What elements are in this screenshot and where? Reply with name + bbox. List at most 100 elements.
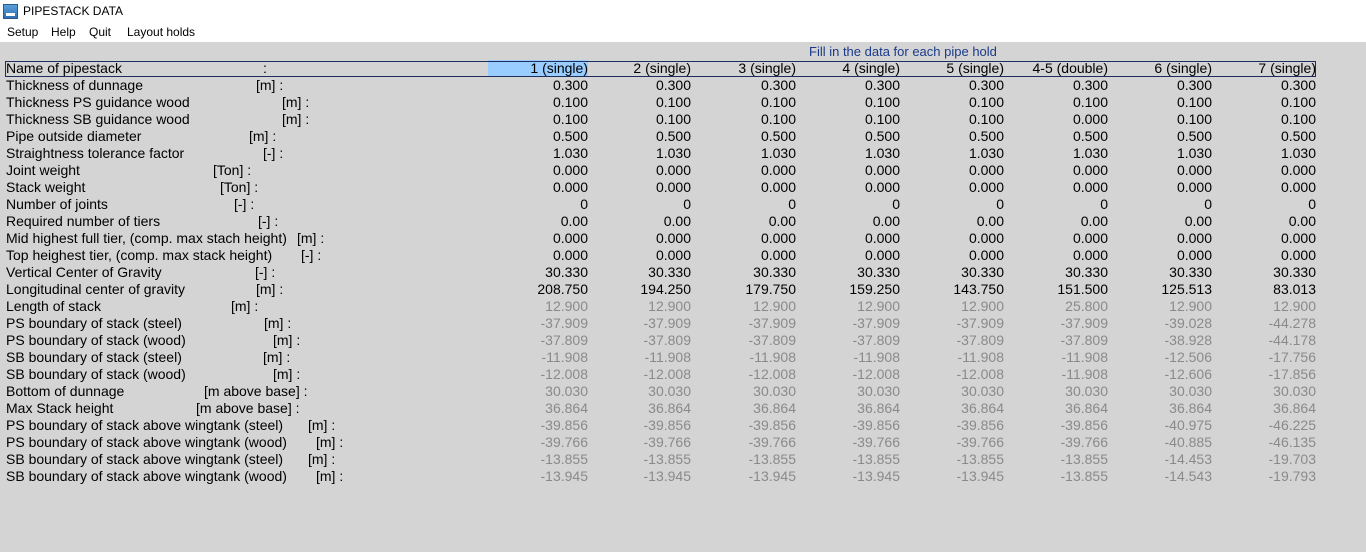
table-cell[interactable]: -19.703 [1216,451,1316,468]
table-cell[interactable]: 30.330 [696,264,796,281]
table-cell[interactable]: 0.000 [1112,162,1212,179]
table-cell[interactable]: 0.000 [1008,230,1108,247]
table-cell[interactable]: -11.908 [488,349,588,366]
table-cell[interactable]: 0.100 [591,94,691,111]
column-header-cell[interactable]: 6 (single) [1112,60,1212,77]
table-cell[interactable]: -44.278 [1216,315,1316,332]
table-cell[interactable]: -13.855 [488,451,588,468]
table-cell[interactable]: -11.908 [591,349,691,366]
column-header-cell[interactable]: 4-5 (double) [1008,60,1109,77]
table-cell[interactable]: 0.000 [488,247,588,264]
table-cell[interactable]: 12.900 [591,298,691,315]
table-cell[interactable]: 0.000 [800,230,900,247]
table-cell[interactable]: -39.856 [591,417,691,434]
table-cell[interactable]: 36.864 [591,400,691,417]
table-cell[interactable]: -46.135 [1216,434,1316,451]
table-cell[interactable]: 30.330 [591,264,691,281]
table-cell[interactable]: -44.178 [1216,332,1316,349]
table-cell[interactable]: 0.000 [800,162,900,179]
table-cell[interactable]: 1.030 [904,145,1004,162]
table-cell[interactable]: 0.000 [1008,179,1108,196]
table-cell[interactable]: 143.750 [904,281,1004,298]
column-header-cell[interactable]: 7 (single) [1216,60,1316,77]
table-cell[interactable]: -14.543 [1112,468,1212,485]
table-cell[interactable]: -46.225 [1216,417,1316,434]
table-cell[interactable]: -13.945 [800,468,900,485]
table-cell[interactable]: -13.855 [904,451,1004,468]
table-cell[interactable]: 0.100 [591,111,691,128]
table-cell[interactable]: 0.000 [1216,230,1316,247]
table-cell[interactable]: -11.908 [1008,349,1108,366]
table-cell[interactable]: 0.000 [488,162,588,179]
table-cell[interactable]: 194.250 [591,281,691,298]
table-cell[interactable]: -37.909 [800,315,900,332]
table-cell[interactable]: 1.030 [1008,145,1108,162]
table-cell[interactable]: 0.100 [488,94,588,111]
table-cell[interactable]: 0.00 [1112,213,1212,230]
table-cell[interactable]: 0.300 [1112,77,1212,94]
menu-layout-holds[interactable]: Layout holds [127,25,195,39]
table-cell[interactable]: 0.000 [904,162,1004,179]
table-cell[interactable]: -13.855 [591,451,691,468]
table-cell[interactable]: 30.030 [488,383,588,400]
table-cell[interactable]: 0.000 [904,179,1004,196]
table-cell[interactable]: 36.864 [904,400,1004,417]
table-cell[interactable]: 0.100 [1216,94,1316,111]
table-cell[interactable]: -12.008 [488,366,588,383]
table-cell[interactable]: -37.909 [1008,315,1108,332]
table-cell[interactable]: 0 [488,196,588,213]
table-cell[interactable]: 0.000 [591,230,691,247]
table-cell[interactable]: -39.856 [904,417,1004,434]
table-cell[interactable]: -13.945 [904,468,1004,485]
table-cell[interactable]: 0.000 [1112,179,1212,196]
table-cell[interactable]: 0.300 [800,77,900,94]
table-cell[interactable]: 0.000 [488,230,588,247]
table-cell[interactable]: -39.856 [800,417,900,434]
table-cell[interactable]: 1.030 [1112,145,1212,162]
column-header-cell[interactable]: 2 (single) [591,60,691,77]
column-header-cell[interactable]: 4 (single) [800,60,900,77]
table-cell[interactable]: 0 [1216,196,1316,213]
menu-setup[interactable]: Setup [7,25,38,39]
table-cell[interactable]: -14.453 [1112,451,1212,468]
table-cell[interactable]: 0.300 [1008,77,1108,94]
table-cell[interactable]: 0.300 [904,77,1004,94]
table-cell[interactable]: 1.030 [488,145,588,162]
table-cell[interactable]: 0.500 [488,128,588,145]
column-header-cell[interactable]: 1 (single) [488,60,588,77]
table-cell[interactable]: 0.000 [591,162,691,179]
table-cell[interactable]: 0.100 [696,94,796,111]
table-cell[interactable]: 0.500 [696,128,796,145]
table-cell[interactable]: 30.030 [904,383,1004,400]
table-cell[interactable]: -37.809 [591,332,691,349]
table-cell[interactable]: 1.030 [591,145,691,162]
table-cell[interactable]: 36.864 [1008,400,1108,417]
table-cell[interactable]: 0.100 [1112,111,1212,128]
table-cell[interactable]: 0.000 [904,230,1004,247]
table-cell[interactable]: 0.300 [1216,77,1316,94]
table-cell[interactable]: -13.855 [1008,451,1108,468]
table-cell[interactable]: 0.100 [696,111,796,128]
table-cell[interactable]: 30.330 [488,264,588,281]
table-cell[interactable]: -17.756 [1216,349,1316,366]
table-cell[interactable]: -39.766 [591,434,691,451]
table-cell[interactable]: -37.809 [904,332,1004,349]
table-cell[interactable]: 0.000 [1216,179,1316,196]
table-cell[interactable]: 0.100 [800,111,900,128]
table-cell[interactable]: 83.013 [1216,281,1316,298]
menu-help[interactable]: Help [51,25,76,39]
table-cell[interactable]: 30.030 [1216,383,1316,400]
table-cell[interactable]: 0.000 [1112,230,1212,247]
table-cell[interactable]: -39.766 [696,434,796,451]
table-cell[interactable]: 0.000 [696,162,796,179]
table-cell[interactable]: 12.900 [904,298,1004,315]
table-cell[interactable]: -40.975 [1112,417,1212,434]
table-cell[interactable]: 0.000 [696,230,796,247]
table-cell[interactable]: 30.030 [591,383,691,400]
table-cell[interactable]: 30.030 [800,383,900,400]
table-cell[interactable]: 208.750 [488,281,588,298]
table-cell[interactable]: 12.900 [1112,298,1212,315]
table-cell[interactable]: 36.864 [1216,400,1316,417]
table-cell[interactable]: 0.00 [800,213,900,230]
table-cell[interactable]: 0.100 [800,94,900,111]
